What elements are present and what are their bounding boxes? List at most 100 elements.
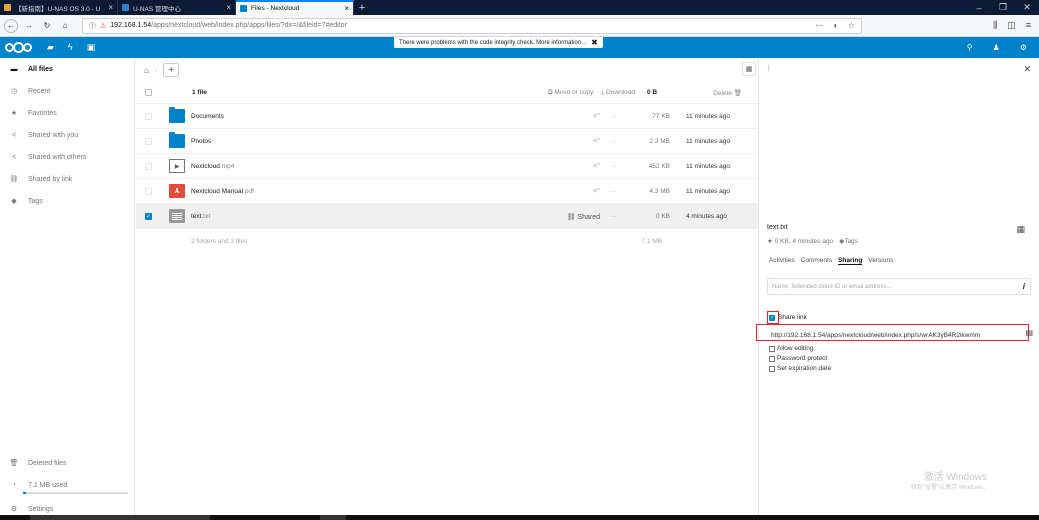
file-row-nextcloud-manual-pdf[interactable]: ⅄ Nextcloud Manual.pdf <° ··· 4.3 MB 11 … xyxy=(136,179,758,204)
sidebar-item-label: Shared with you xyxy=(28,131,79,139)
browser-tab-2[interactable]: U-NAS 管理中心 × xyxy=(118,0,236,15)
password-protect-option[interactable]: Password protect xyxy=(769,355,827,362)
bulk-actions: ⧉ Move or copy ⤓ Download 0 B Delete 🗑 xyxy=(548,89,758,97)
back-arrow-icon[interactable]: ← xyxy=(4,18,18,33)
share-link-toggle[interactable]: ✓ Share link xyxy=(767,314,807,321)
banner-close-icon[interactable]: ✖ xyxy=(591,38,598,47)
sidebar-item-tags[interactable]: ◆ Tags xyxy=(0,190,134,212)
more-actions-icon[interactable]: ··· xyxy=(600,113,626,120)
tab-close-icon[interactable]: × xyxy=(344,4,349,13)
taskbar-button[interactable] xyxy=(320,515,346,520)
file-row-text-txt[interactable]: ✓ text.txt ⛓ Shared ··· 0 KB 4 minutes a… xyxy=(136,204,758,229)
page-actions-icon[interactable]: ⋯ xyxy=(815,21,823,30)
row-checkbox[interactable] xyxy=(145,112,152,120)
share-search-input[interactable]: Name, federated cloud ID or email addres… xyxy=(767,278,1031,295)
share-icon[interactable]: <° xyxy=(560,113,600,120)
more-actions-icon[interactable]: ··· xyxy=(600,188,626,195)
sidebar-item-recent[interactable]: ◷ Recent xyxy=(0,80,134,102)
clipboard-icon[interactable]: ▤ xyxy=(1025,328,1033,337)
file-row-photos[interactable]: Photos <° ··· 2.3 MB 11 minutes ago xyxy=(136,129,758,154)
move-or-copy-button[interactable]: ⧉ Move or copy xyxy=(548,89,593,97)
file-row-documents[interactable]: Documents <° ··· 77 KB 11 minutes ago xyxy=(136,104,758,129)
allow-editing-option[interactable]: Allow editing xyxy=(769,345,814,352)
home-icon[interactable]: ⌂ xyxy=(58,19,72,33)
password-protect-checkbox[interactable] xyxy=(769,355,775,362)
share-icon[interactable]: <° xyxy=(560,188,600,195)
new-file-button[interactable]: + xyxy=(163,63,180,77)
more-actions-icon[interactable]: ··· xyxy=(600,163,626,170)
file-row-nextcloud-mp4[interactable]: ▶ Nextcloud.mp4 <° ··· 452 KB 11 minutes… xyxy=(136,154,758,179)
sidebar-item-deleted-files[interactable]: 🗑 Deleted files xyxy=(0,452,134,474)
expiration-date-option[interactable]: Set expiration date xyxy=(769,365,831,372)
pdf-file-icon: ⅄ xyxy=(169,184,185,198)
tab-sharing[interactable]: Sharing xyxy=(838,257,863,265)
url-bar[interactable]: ⓘ ⚠ 192.168.1.54 /apps/nextcloud/web/ind… xyxy=(82,17,862,34)
tab-close-icon[interactable]: × xyxy=(226,3,231,12)
favorite-toggle[interactable]: ★ 0 KB, 4 minutes ago xyxy=(767,237,833,245)
browser-nav-bar: ← → ↻ ⌂ ⓘ ⚠ 192.168.1.54 /apps/nextcloud… xyxy=(0,15,1039,37)
files-app-icon[interactable]: ▰ xyxy=(47,42,54,53)
tab-versions[interactable]: Versions xyxy=(868,257,893,265)
minimize-icon[interactable]: – xyxy=(967,3,991,13)
tab-comments[interactable]: Comments xyxy=(801,257,832,265)
new-tab-button[interactable]: + xyxy=(354,0,370,15)
sidebar-item-shared-with-others[interactable]: < Shared with others xyxy=(0,146,134,168)
sidebar-icon[interactable]: ◫ xyxy=(1007,20,1016,31)
gallery-app-icon[interactable]: ▣ xyxy=(87,42,96,53)
sidebar-item-label: Tags xyxy=(28,197,43,205)
home-icon[interactable]: ⌂ xyxy=(144,66,149,75)
file-size: 4.3 MB xyxy=(649,188,670,195)
download-button[interactable]: ⤓ Download xyxy=(601,89,635,97)
browser-tab-1[interactable]: 【新指南】U-NAS OS 3.0 - U × xyxy=(0,0,118,15)
close-window-icon[interactable]: ✕ xyxy=(1015,2,1039,13)
library-icon[interactable]: ⫼ xyxy=(993,20,997,31)
contacts-icon[interactable]: ♟ xyxy=(993,43,1000,52)
row-checkbox-checked[interactable]: ✓ xyxy=(145,212,152,220)
row-checkbox[interactable] xyxy=(145,187,152,195)
taskbar-button[interactable] xyxy=(30,515,210,520)
more-actions-icon[interactable]: ··· xyxy=(600,138,626,145)
reload-icon[interactable]: ↻ xyxy=(40,19,54,33)
maximize-icon[interactable]: ❐ xyxy=(991,2,1015,13)
sidebar-item-shared-with-you[interactable]: < Shared with you xyxy=(0,124,134,146)
file-list-header: 1 file ⧉ Move or copy ⤓ Download 0 B Del… xyxy=(136,82,758,104)
share-icon[interactable]: <° xyxy=(560,163,600,170)
tab-close-icon[interactable]: × xyxy=(108,3,113,12)
row-checkbox[interactable] xyxy=(145,137,152,145)
more-actions-icon[interactable]: ··· xyxy=(600,213,626,220)
integrity-warning-banner[interactable]: There were problems with the code integr… xyxy=(394,37,603,48)
tags-button[interactable]: ◆Tags xyxy=(839,237,858,245)
info-icon[interactable]: i xyxy=(1023,282,1025,291)
sidebar-item-label: Shared by link xyxy=(28,175,73,183)
search-icon[interactable]: ⚲ xyxy=(967,43,973,52)
sidebar-item-all-files[interactable]: ▬ All files xyxy=(0,58,134,80)
video-file-icon: ▶ xyxy=(169,159,185,173)
select-all-checkbox[interactable] xyxy=(145,89,152,96)
browser-tab-3[interactable]: Files - Nextcloud × xyxy=(236,0,354,15)
nextcloud-logo-icon[interactable] xyxy=(5,42,32,53)
grid-view-icon[interactable]: ▦ xyxy=(742,62,756,76)
info-icon[interactable]: ⓘ xyxy=(89,21,96,31)
shared-link-button[interactable]: ⛓ Shared xyxy=(530,213,600,221)
panel-divider: | xyxy=(768,65,770,72)
expiration-date-checkbox[interactable] xyxy=(769,365,775,372)
sidebar-item-label: Favorites xyxy=(28,109,57,117)
row-checkbox[interactable] xyxy=(145,162,152,170)
pocket-icon[interactable]: ◗ xyxy=(833,21,838,30)
settings-gear-icon[interactable]: ⚙ xyxy=(1020,43,1027,52)
share-link-url-field[interactable]: http://192.168.1.54/apps/nextcloud/web/i… xyxy=(767,328,1025,342)
share-link-checkbox[interactable]: ✓ xyxy=(769,314,775,321)
allow-editing-checkbox[interactable] xyxy=(769,345,775,352)
bookmark-star-icon[interactable]: ☆ xyxy=(848,21,855,30)
close-details-icon[interactable]: ✕ xyxy=(1023,64,1031,75)
share-icon[interactable]: <° xyxy=(560,138,600,145)
sidebar-item-favorites[interactable]: ★ Favorites xyxy=(0,102,134,124)
delete-button[interactable]: Delete 🗑 xyxy=(713,89,742,97)
folder-icon: ▬ xyxy=(10,65,18,73)
activity-app-icon[interactable]: ϟ xyxy=(68,42,73,53)
sidebar-item-shared-by-link[interactable]: ⛓ Shared by link xyxy=(0,168,134,190)
calendar-icon[interactable]: ▦ xyxy=(1016,224,1025,235)
tab-activities[interactable]: Activities xyxy=(769,257,795,265)
forward-arrow-icon[interactable]: → xyxy=(22,19,36,33)
menu-icon[interactable]: ≡ xyxy=(1026,20,1031,31)
